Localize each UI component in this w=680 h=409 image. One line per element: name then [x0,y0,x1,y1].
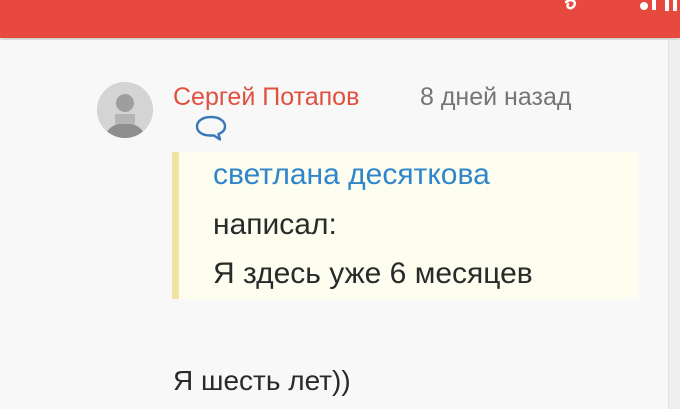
avatar[interactable] [97,82,153,138]
comment-body: Я шесть лет)) [173,365,351,396]
top-bar [0,0,680,38]
logo-fragment-icon [564,0,677,11]
comment-timestamp: 8 дней назад [420,83,572,111]
quote-text: Я здесь уже 6 месяцев [213,257,533,290]
scrollbar-track[interactable] [669,40,680,409]
speech-bubble-icon[interactable] [194,114,228,142]
comment-author[interactable]: Сергей Потапов [173,83,359,112]
quote-wrote-label: написал: [213,208,337,241]
avatar-photo [97,82,153,138]
quote-author-link[interactable]: светлана десяткова [213,158,490,192]
